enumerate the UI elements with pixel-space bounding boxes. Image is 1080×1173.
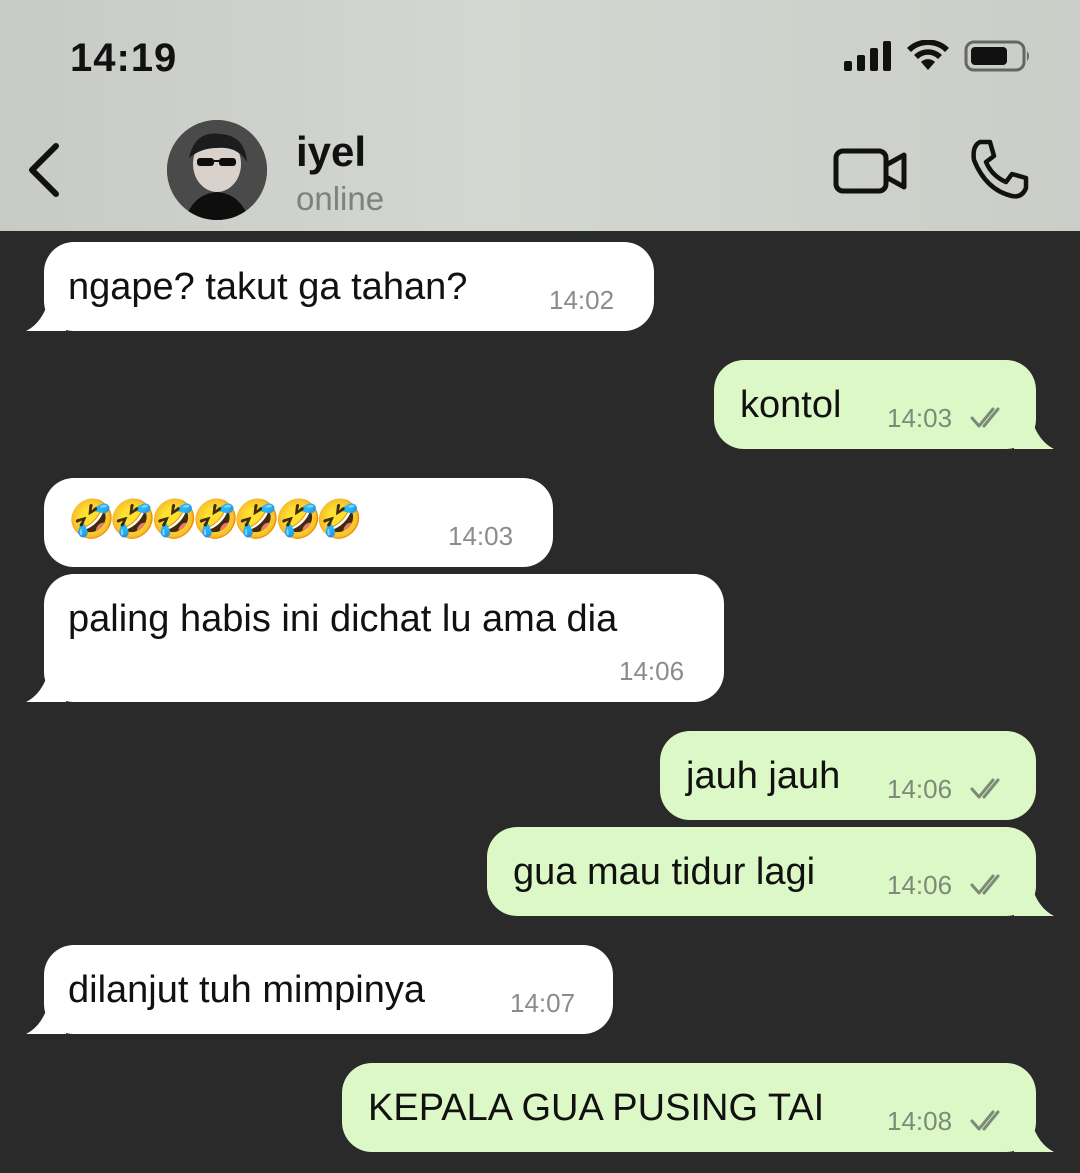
read-checkmarks-icon xyxy=(970,407,1000,428)
read-checkmarks-icon xyxy=(970,874,1000,895)
chat-area[interactable]: ngape? takut ga tahan? 14:02 kontol 14:0… xyxy=(0,231,1080,1173)
message-time: 14:03 xyxy=(887,403,953,433)
message-text: 🤣🤣🤣🤣🤣🤣🤣 xyxy=(68,499,363,541)
status-bar-icons xyxy=(844,36,1032,76)
bubble-tail xyxy=(26,653,66,702)
outgoing-message[interactable]: jauh jauh 14:06 xyxy=(660,731,1036,820)
incoming-message[interactable]: dilanjut tuh mimpinya 14:07 xyxy=(26,945,613,1034)
message-time: 14:07 xyxy=(510,988,576,1018)
contact-avatar[interactable] xyxy=(167,120,267,220)
incoming-message[interactable]: paling habis ini dichat lu ama dia 14:06 xyxy=(26,574,724,702)
incoming-message[interactable]: ngape? takut ga tahan? 14:02 xyxy=(26,242,654,331)
bubble-tail xyxy=(26,985,66,1034)
contact-name[interactable]: iyel xyxy=(296,128,366,176)
message-time: 14:06 xyxy=(619,656,685,686)
video-camera-icon[interactable] xyxy=(832,143,910,199)
message-text: gua mau tidur lagi xyxy=(513,851,816,893)
message-text: kontol xyxy=(740,384,842,426)
incoming-message[interactable]: 🤣🤣🤣🤣🤣🤣🤣 14:03 xyxy=(44,478,553,567)
chat-header: 14:19 iyel online xyxy=(0,0,1080,231)
back-chevron-icon[interactable] xyxy=(22,140,72,200)
read-checkmarks-icon xyxy=(970,1110,1000,1131)
read-checkmarks-icon xyxy=(970,778,1000,799)
message-time: 14:06 xyxy=(887,870,953,900)
message-text: paling habis ini dichat lu ama dia xyxy=(68,598,618,640)
outgoing-message[interactable]: kontol 14:03 xyxy=(714,360,1054,449)
message-time: 14:03 xyxy=(448,521,514,551)
message-text: jauh jauh xyxy=(686,755,841,797)
phone-icon[interactable] xyxy=(966,138,1030,202)
message-time: 14:06 xyxy=(887,774,953,804)
bubble-tail xyxy=(1014,400,1054,449)
message-text: ngape? takut ga tahan? xyxy=(68,266,468,308)
battery-icon xyxy=(964,40,1029,72)
bubble-tail xyxy=(26,282,66,331)
message-time: 14:02 xyxy=(549,285,615,315)
outgoing-message[interactable]: KEPALA GUA PUSING TAI 14:08 xyxy=(342,1063,1054,1152)
bubble-tail xyxy=(1014,867,1054,916)
message-text: KEPALA GUA PUSING TAI xyxy=(368,1087,825,1129)
message-time: 14:08 xyxy=(887,1106,953,1136)
wifi-icon xyxy=(907,40,949,70)
status-bar-time: 14:19 xyxy=(70,36,178,80)
bubble-tail xyxy=(1014,1103,1054,1152)
outgoing-message[interactable]: gua mau tidur lagi 14:06 xyxy=(487,827,1054,916)
message-text: dilanjut tuh mimpinya xyxy=(68,969,425,1011)
contact-status: online xyxy=(296,180,385,217)
signal-icon xyxy=(844,41,891,71)
